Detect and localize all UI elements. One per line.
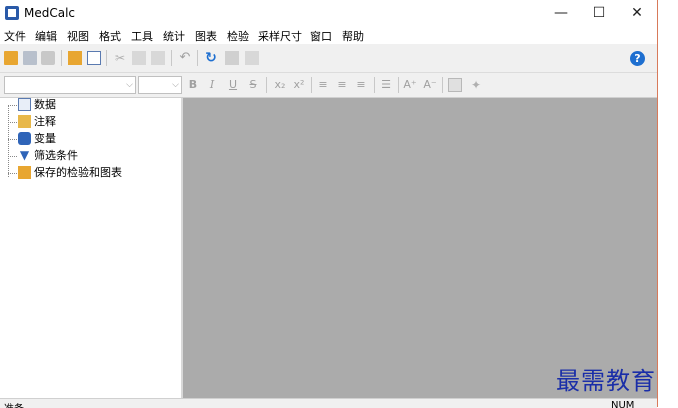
variables-icon [18,132,31,145]
cut-icon[interactable]: ✂ [113,51,127,65]
export-icon[interactable] [245,51,259,65]
refresh-icon[interactable]: ↻ [204,51,218,65]
paste-icon[interactable] [151,51,165,65]
workspace-area[interactable] [183,98,657,398]
main-toolbar: ✂ ↶ ↻ ? [0,44,657,73]
undo-icon[interactable]: ↶ [178,51,192,65]
tree-item-label: 筛选条件 [34,149,78,162]
toolbar-separator [311,77,312,93]
toolbar-separator [266,77,267,93]
tree-item-label: 数据 [34,98,56,111]
menu-view[interactable]: 视图 [67,28,89,44]
filter-icon: ▼ [19,148,30,162]
menu-bar: 文件 编辑 视图 格式 工具 统计 图表 检验 采样尺寸 窗口 帮助 [0,26,657,44]
tree-connector-line [8,105,10,177]
spreadsheet-icon [18,98,31,111]
window-title: MedCalc [24,6,76,20]
shrink-font-button[interactable]: A⁻ [422,77,438,93]
maximize-button[interactable]: ☐ [580,0,618,26]
tree-connector [8,122,17,124]
print-icon[interactable] [41,51,55,65]
open-spreadsheet-icon[interactable] [68,51,82,65]
tree-connector [8,105,17,107]
toolbar-separator [106,50,107,66]
italic-button[interactable]: I [204,77,220,93]
chevron-down-icon: ⌵ [126,80,133,90]
bold-button[interactable]: B [185,77,201,93]
copy-icon[interactable] [132,51,146,65]
app-window: MedCalc — ☐ ✕ 文件 编辑 视图 格式 工具 统计 图表 检验 采样… [0,0,658,408]
format-toolbar: ⌵ ⌵ B I U S x₂ x² ≡ ≡ ≡ ☰ A⁺ A⁻ ✦ [0,73,657,98]
toolbar-separator [374,77,375,93]
save-icon[interactable] [23,51,37,65]
edit-box-icon[interactable] [448,78,462,92]
tree-connector [8,156,17,158]
menu-sampling[interactable]: 采样尺寸 [258,28,302,44]
minimize-button[interactable]: — [542,0,580,26]
help-icon[interactable]: ? [630,51,645,66]
toolbar-separator [61,50,62,66]
close-button[interactable]: ✕ [618,0,656,26]
align-center-icon[interactable]: ≡ [334,77,350,93]
menu-window[interactable]: 窗口 [310,28,332,44]
menu-tests[interactable]: 检验 [227,28,249,44]
menu-charts[interactable]: 图表 [195,28,217,44]
toolbar-separator [171,50,172,66]
font-name-select[interactable]: ⌵ [4,76,136,94]
tree-connector [8,173,17,175]
menu-tools[interactable]: 工具 [131,28,153,44]
align-left-icon[interactable]: ≡ [315,77,331,93]
font-size-select[interactable]: ⌵ [138,76,182,94]
open-folder-icon[interactable] [4,51,18,65]
format-painter-icon[interactable]: ✦ [469,78,483,92]
title-bar: MedCalc — ☐ ✕ [0,0,657,26]
strikethrough-button[interactable]: S [245,77,261,93]
menu-stats[interactable]: 统计 [163,28,185,44]
underline-button[interactable]: U [225,77,241,93]
copy-chart-icon[interactable] [225,51,239,65]
toolbar-separator [398,77,399,93]
notes-icon [18,115,31,128]
bullet-list-icon[interactable]: ☰ [378,77,394,93]
tree-item-label: 变量 [34,132,56,145]
tree-connector [8,139,17,141]
align-right-icon[interactable]: ≡ [353,77,369,93]
tree-item-label: 保存的检验和图表 [34,166,122,179]
superscript-button[interactable]: x² [291,77,307,93]
subscript-button[interactable]: x₂ [272,77,288,93]
chevron-down-icon: ⌵ [172,80,179,90]
medcalc-app-icon [5,6,19,20]
menu-help[interactable]: 帮助 [342,28,364,44]
folder-icon [18,166,31,179]
menu-file[interactable]: 文件 [4,28,26,44]
watermark-logo: 最需教育 [556,367,656,395]
spreadsheet-icon[interactable] [87,51,101,65]
toolbar-separator [442,77,443,93]
toolbar-separator [197,50,198,66]
tree-item-label: 注释 [34,115,56,128]
menu-edit[interactable]: 编辑 [35,28,57,44]
grow-font-button[interactable]: A⁺ [402,77,418,93]
menu-format[interactable]: 格式 [99,28,121,44]
